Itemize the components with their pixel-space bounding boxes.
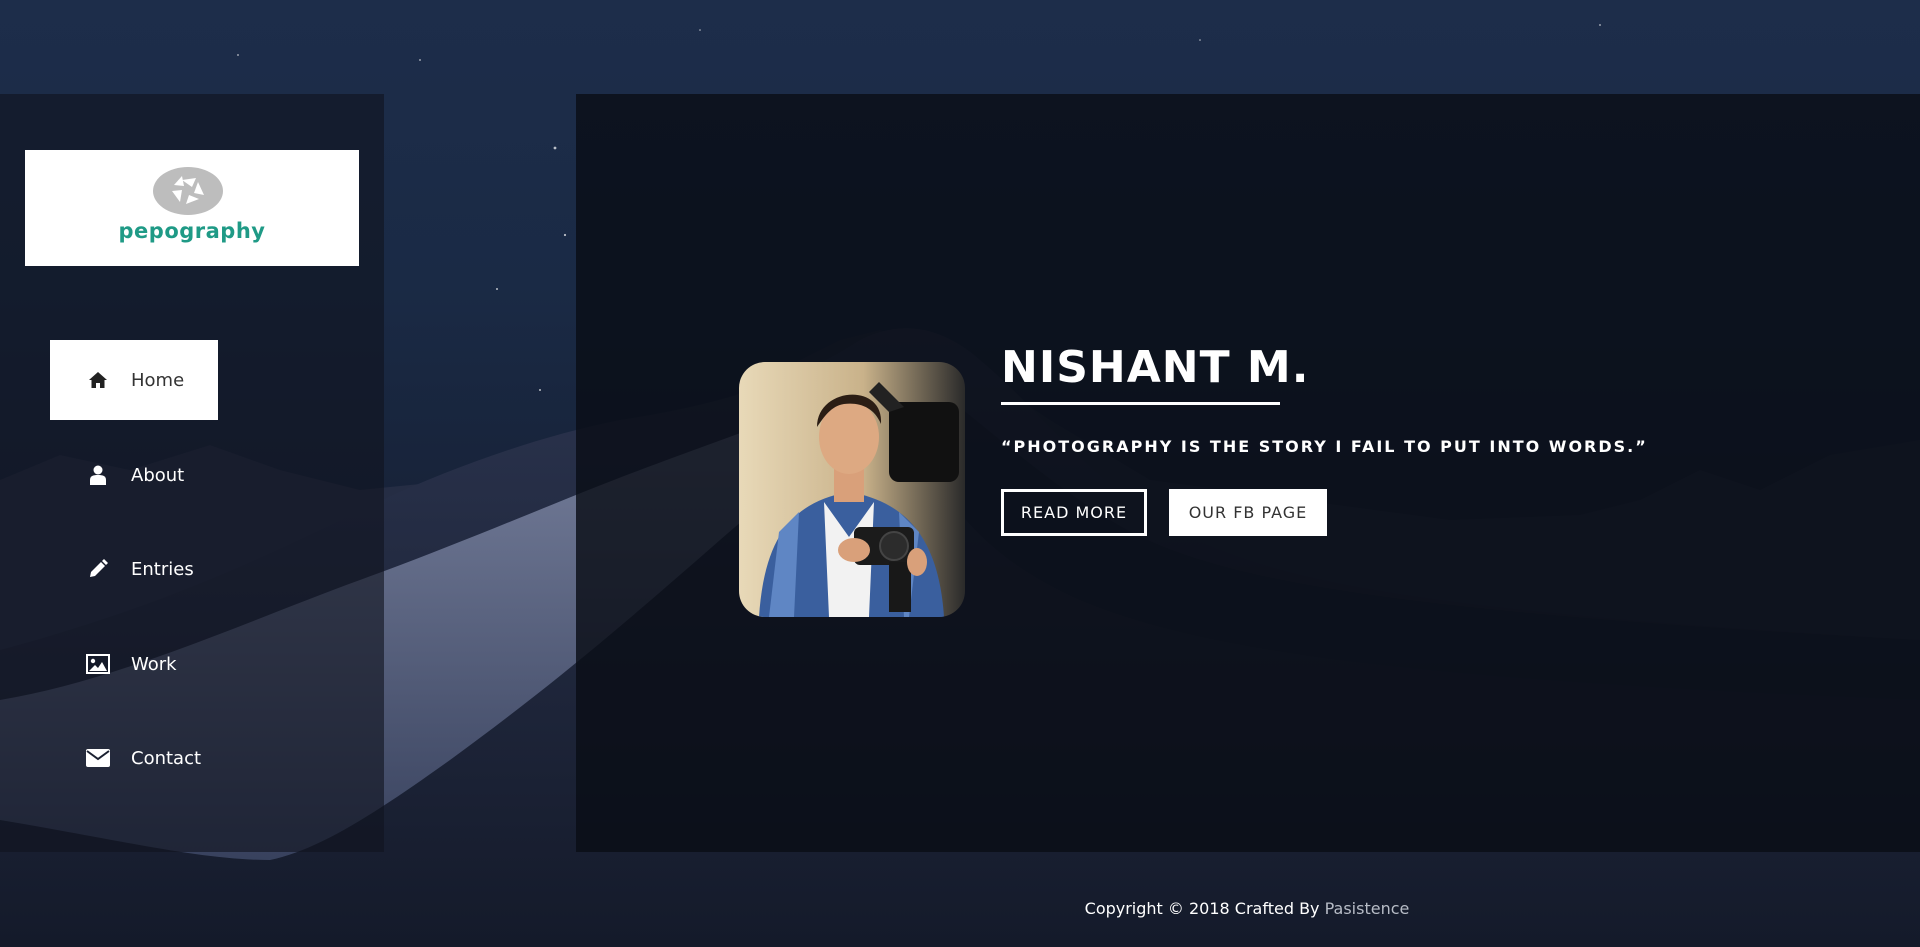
author-link[interactable]: Pasistence: [1325, 899, 1410, 918]
sidebar-item-home[interactable]: Home: [50, 340, 218, 420]
aperture-icon: [153, 167, 223, 215]
footer: Copyright © 2018 Crafted By Pasistence: [0, 899, 1920, 918]
envelope-icon: [86, 746, 110, 770]
fb-page-button[interactable]: OUR FB PAGE: [1169, 489, 1327, 536]
image-icon: [86, 652, 110, 676]
sidebar: pepography Home About Entries Work Conta…: [0, 94, 384, 852]
home-icon: [86, 368, 110, 392]
sidebar-item-label: Home: [131, 369, 185, 391]
hero-quote: “PHOTOGRAPHY IS THE STORY I FAIL TO PUT …: [1001, 437, 1648, 456]
user-icon: [86, 463, 110, 487]
read-more-button[interactable]: READ MORE: [1001, 489, 1147, 536]
sidebar-item-work[interactable]: Work: [50, 624, 218, 704]
sidebar-item-label: Work: [131, 653, 177, 675]
profile-photo: [739, 362, 965, 617]
logo-text: pepography: [118, 219, 266, 243]
sidebar-item-label: About: [131, 464, 185, 486]
title-underline: [1001, 402, 1280, 405]
sidebar-item-entries[interactable]: Entries: [50, 529, 218, 609]
sidebar-item-label: Contact: [131, 747, 202, 769]
pencil-icon: [86, 557, 110, 581]
sidebar-item-about[interactable]: About: [50, 435, 218, 515]
sidebar-item-contact[interactable]: Contact: [50, 718, 218, 798]
hero-name: NISHANT M.: [1001, 342, 1310, 393]
sidebar-item-label: Entries: [131, 558, 194, 580]
page: pepography Home About Entries Work Conta…: [0, 0, 1920, 947]
copyright-text: Copyright © 2018 Crafted By: [1084, 899, 1320, 918]
logo[interactable]: pepography: [25, 150, 359, 266]
